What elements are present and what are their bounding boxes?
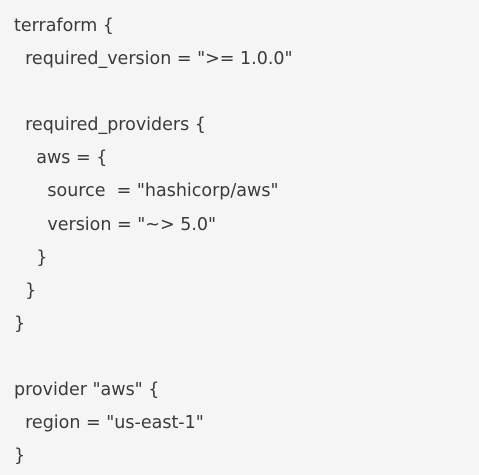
code-line: } [14,247,48,268]
code-line: } [14,280,37,301]
code-line: provider "aws" { [14,380,160,401]
code-line: version = "~> 5.0" [14,214,217,235]
code-line: } [14,446,26,467]
code-block: terraform { required_version = ">= 1.0.0… [0,0,479,475]
code-line: required_version = ">= 1.0.0" [14,49,293,70]
code-line: } [14,313,26,334]
code-line: region = "us-east-1" [14,413,204,434]
code-line: aws = { [14,148,108,169]
code-line: source = "hashicorp/aws" [14,181,279,202]
code-line: terraform { [14,16,114,36]
code-line: required_providers { [14,115,206,136]
